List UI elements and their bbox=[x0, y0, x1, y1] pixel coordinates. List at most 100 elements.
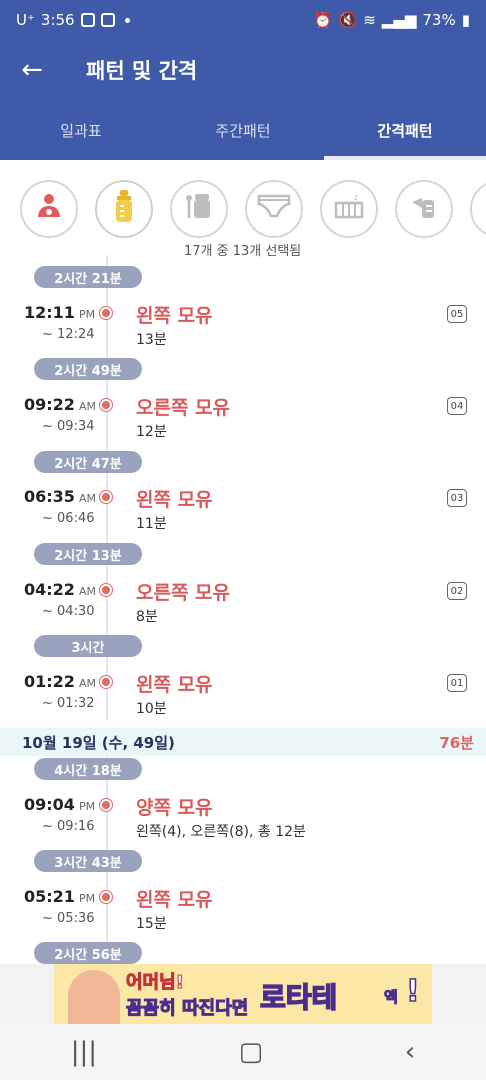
page-title: 패턴 및 간격 bbox=[86, 59, 198, 83]
mute-icon: 🔇 bbox=[338, 11, 358, 29]
ad-brand-suffix: 액 bbox=[384, 988, 399, 1007]
wifi-icon: ≋ bbox=[363, 11, 376, 29]
battery-icon: ▮ bbox=[461, 11, 470, 29]
sleep-filter-button[interactable]: z bbox=[320, 180, 378, 238]
status-bar: U⁺ 3:56 ⏰ 🔇 ≋ ▂▄▆ 73% ▮ bbox=[0, 0, 486, 40]
end-time: ~ 12:24 bbox=[42, 327, 95, 342]
interval-pill: 4시간 18분 bbox=[34, 758, 142, 780]
date-section-header: 10월 19일 (수, 49일) 76분 bbox=[0, 728, 486, 756]
entry-title: 왼쪽 모유 bbox=[136, 674, 213, 696]
sequence-badge: 04 bbox=[447, 397, 467, 415]
signal-icon: ▂▄▆ bbox=[381, 11, 417, 29]
tab-weekly-pattern[interactable]: 주간패턴 bbox=[162, 100, 324, 160]
baby-food-filter-button[interactable] bbox=[170, 180, 228, 238]
start-time: 06:35 bbox=[24, 487, 75, 506]
crib-icon: z bbox=[332, 191, 366, 228]
tab-bar: 일과표 주간패턴 간격패턴 bbox=[0, 100, 486, 160]
entry-title: 오른쪽 모유 bbox=[136, 397, 231, 419]
diaper-filter-button[interactable] bbox=[245, 180, 303, 238]
entry-title: 양쪽 모유 bbox=[136, 797, 213, 819]
section-total: 76분 bbox=[439, 733, 474, 752]
entry-duration: 13분 bbox=[136, 332, 167, 348]
entry-title: 왼쪽 모유 bbox=[136, 489, 213, 511]
more-filter-button[interactable] bbox=[470, 180, 486, 238]
entry-duration: 12분 bbox=[136, 424, 167, 440]
clock: 3:56 bbox=[40, 11, 75, 29]
breastfeeding-filter-button[interactable] bbox=[20, 180, 78, 238]
feeding-entry[interactable]: 04:22 AM ~ 04:30 오른쪽 모유 8분 02 bbox=[0, 580, 486, 650]
am-pm-label: AM bbox=[78, 585, 96, 598]
bottle-icon bbox=[110, 188, 138, 231]
entry-title: 왼쪽 모유 bbox=[136, 305, 213, 327]
more-notifications-icon bbox=[124, 17, 130, 23]
back-arrow-icon[interactable]: ← bbox=[0, 40, 64, 100]
ad-banner[interactable]: 어머님! 꼼꼼히 따진다면 로타테 액 ! bbox=[0, 964, 486, 1024]
pump-icon bbox=[408, 190, 440, 229]
start-time: 12:11 bbox=[24, 303, 75, 322]
app-notification-icon bbox=[100, 13, 115, 27]
end-time: ~ 05:36 bbox=[42, 911, 95, 926]
end-time: ~ 01:32 bbox=[42, 696, 95, 711]
feeding-entry[interactable]: 12:11 PM ~ 12:24 왼쪽 모유 13분 05 bbox=[0, 303, 486, 373]
entry-duration: 11분 bbox=[136, 516, 167, 532]
selected-count-label: 17개 중 13개 선택됨 bbox=[184, 244, 302, 259]
diaper-icon bbox=[257, 192, 291, 227]
start-time: 09:22 bbox=[24, 395, 75, 414]
am-pm-label: AM bbox=[78, 400, 96, 413]
entry-duration: 10분 bbox=[136, 701, 167, 717]
feeding-entry[interactable]: 09:22 AM ~ 09:34 오른쪽 모유 12분 04 bbox=[0, 395, 486, 465]
entry-duration: 왼쪽(4), 오른쪽(8), 총 12분 bbox=[136, 824, 306, 840]
ad-child-image bbox=[68, 970, 120, 1024]
tab-daily-schedule[interactable]: 일과표 bbox=[0, 100, 162, 160]
start-time: 04:22 bbox=[24, 580, 75, 599]
pump-filter-button[interactable] bbox=[395, 180, 453, 238]
feeding-entry[interactable]: 09:04 PM ~ 09:16 양쪽 모유 왼쪽(4), 오른쪽(8), 총 1… bbox=[0, 795, 486, 865]
sequence-badge: 03 bbox=[447, 489, 467, 507]
end-time: ~ 06:46 bbox=[42, 511, 95, 526]
ad-creative[interactable]: 어머님! 꼼꼼히 따진다면 로타테 액 ! bbox=[54, 964, 432, 1024]
entry-title: 오른쪽 모유 bbox=[136, 582, 231, 604]
system-nav-bar: ||| ▢ ‹ bbox=[0, 1024, 486, 1080]
alarm-icon: ⏰ bbox=[313, 11, 333, 29]
ad-exclamation: ! bbox=[405, 973, 420, 1010]
section-date: 10월 19일 (수, 49일) bbox=[22, 733, 175, 752]
interval-pill: 2시간 21분 bbox=[34, 266, 142, 288]
sequence-badge: 05 bbox=[447, 305, 467, 323]
start-time: 09:04 bbox=[24, 795, 75, 814]
breastfeeding-dot-icon bbox=[100, 491, 112, 503]
feeding-entry[interactable]: 05:21 PM ~ 05:36 왼쪽 모유 15분 bbox=[0, 887, 486, 957]
sequence-badge: 01 bbox=[447, 674, 467, 692]
breastfeeding-dot-icon bbox=[100, 307, 112, 319]
start-time: 05:21 bbox=[24, 887, 75, 906]
end-time: ~ 04:30 bbox=[42, 604, 95, 619]
home-icon[interactable]: ▢ bbox=[239, 1037, 264, 1067]
am-pm-label: PM bbox=[78, 892, 96, 905]
ad-brand: 로타테 bbox=[259, 980, 338, 1015]
am-pm-label: PM bbox=[78, 308, 96, 321]
back-icon[interactable]: ‹ bbox=[405, 1037, 415, 1067]
food-jar-icon bbox=[183, 190, 215, 229]
breastfeeding-dot-icon bbox=[100, 584, 112, 596]
entry-duration: 8분 bbox=[136, 609, 158, 625]
feeding-entry[interactable]: 06:35 AM ~ 06:46 왼쪽 모유 11분 03 bbox=[0, 487, 486, 557]
entry-duration: 15분 bbox=[136, 916, 167, 932]
start-time: 01:22 bbox=[24, 672, 75, 691]
am-pm-label: AM bbox=[78, 677, 96, 690]
ad-subline: 꼼꼼히 따진다면 bbox=[125, 998, 249, 1020]
sequence-badge: 02 bbox=[447, 582, 467, 600]
bottle-filter-button[interactable] bbox=[95, 180, 153, 238]
carrier-label: U⁺ bbox=[16, 11, 35, 29]
tab-interval-pattern[interactable]: 간격패턴 bbox=[324, 100, 486, 160]
entry-title: 왼쪽 모유 bbox=[136, 889, 213, 911]
app-bar: ← 패턴 및 간격 bbox=[0, 40, 486, 100]
breastfeeding-dot-icon bbox=[100, 799, 112, 811]
svg-text:z: z bbox=[354, 193, 358, 202]
notification-icon bbox=[80, 13, 95, 27]
end-time: ~ 09:34 bbox=[42, 419, 95, 434]
battery-level: 73% bbox=[422, 11, 456, 29]
ad-headline: 어머님! bbox=[126, 972, 185, 994]
breastfeeding-dot-icon bbox=[100, 676, 112, 688]
recent-apps-icon[interactable]: ||| bbox=[71, 1037, 97, 1067]
breastfeeding-dot-icon bbox=[100, 399, 112, 411]
end-time: ~ 09:16 bbox=[42, 819, 95, 834]
